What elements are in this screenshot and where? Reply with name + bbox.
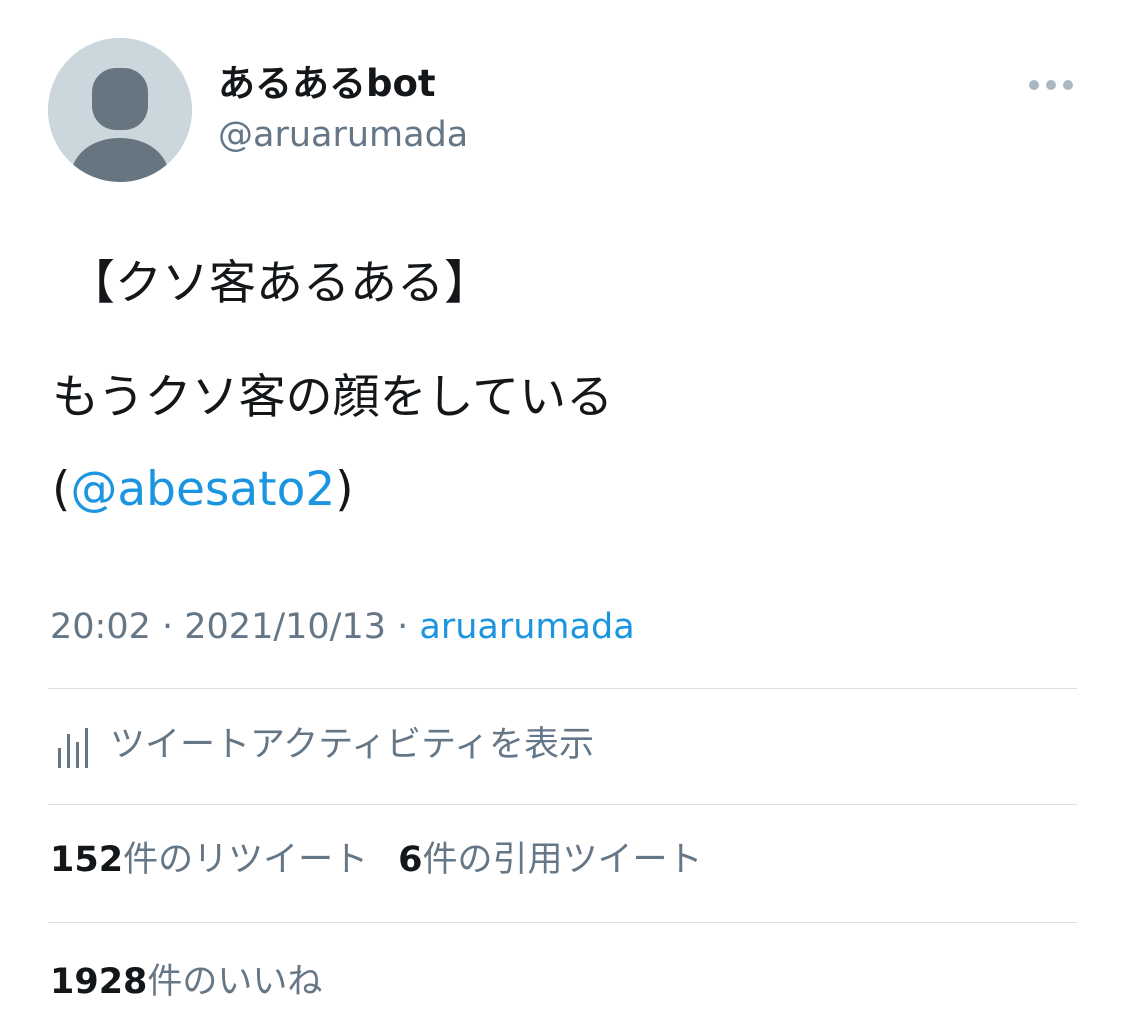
user-handle[interactable]: @aruarumada [218, 112, 468, 158]
engagement-stats-row: 152件のリツイート 6件の引用ツイート [50, 836, 702, 884]
tweet-text-line-2: もうクソ客の顔をしている [52, 370, 614, 425]
divider [48, 804, 1077, 805]
display-name[interactable]: あるあるbot [218, 60, 436, 108]
mention-link[interactable]: @abesato2 [70, 462, 335, 517]
likes-label: 件のいいね [147, 962, 323, 1002]
default-user-avatar-icon [48, 38, 192, 182]
more-horizontal-icon [1029, 80, 1073, 90]
retweets-stat[interactable]: 152件のリツイート [50, 840, 368, 880]
divider [48, 688, 1077, 689]
bar-chart-icon [58, 728, 88, 768]
retweets-count: 152 [50, 840, 124, 880]
divider [48, 922, 1077, 923]
meta-separator: · [150, 607, 185, 647]
paren-close: ) [335, 462, 354, 517]
quote-tweets-label: 件の引用ツイート [422, 840, 703, 880]
tweet-text-line-1: 【クソ客あるある】 [68, 256, 491, 311]
view-tweet-activity-button[interactable]: ツイートアクティビティを表示 [48, 718, 748, 774]
more-options-button[interactable] [1024, 70, 1078, 100]
tweet-date[interactable]: 2021/10/13 [184, 607, 386, 647]
avatar[interactable] [48, 38, 192, 182]
likes-stat[interactable]: 1928件のいいね [50, 958, 322, 1006]
meta-separator: · [386, 607, 420, 647]
quote-tweets-count: 6 [398, 840, 423, 880]
paren-open: ( [52, 462, 71, 517]
quote-tweets-stat[interactable]: 6件の引用ツイート [398, 840, 702, 880]
tweet-source-link[interactable]: aruarumada [419, 607, 634, 647]
tweet-time[interactable]: 20:02 [50, 607, 151, 647]
retweets-label: 件のリツイート [123, 840, 369, 880]
tweet-text-line-3: (@abesato2) [52, 458, 354, 522]
tweet-activity-label: ツイートアクティビティを表示 [110, 725, 595, 765]
likes-count: 1928 [50, 962, 148, 1002]
tweet-meta: 20:02 · 2021/10/13 · aruarumada [50, 604, 635, 650]
